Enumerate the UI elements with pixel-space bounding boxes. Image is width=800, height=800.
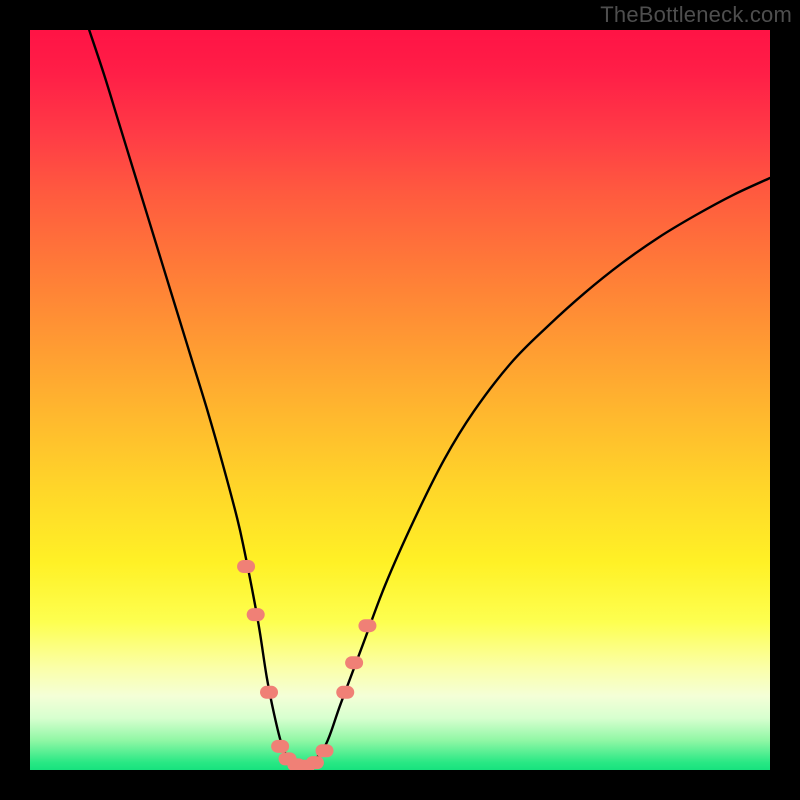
curve-marker — [345, 656, 363, 669]
curve-marker — [247, 608, 265, 621]
curve-marker — [260, 686, 278, 699]
curve-marker — [316, 744, 334, 757]
curve-marker — [237, 560, 255, 573]
watermark-text: TheBottleneck.com — [600, 2, 792, 28]
bottleneck-curve — [89, 30, 770, 767]
curve-marker — [306, 756, 324, 769]
curve-marker — [358, 619, 376, 632]
chart-frame: TheBottleneck.com — [0, 0, 800, 800]
plot-area — [30, 30, 770, 770]
curve-marker — [271, 740, 289, 753]
curve-layer — [30, 30, 770, 770]
curve-markers — [237, 560, 376, 770]
curve-marker — [336, 686, 354, 699]
